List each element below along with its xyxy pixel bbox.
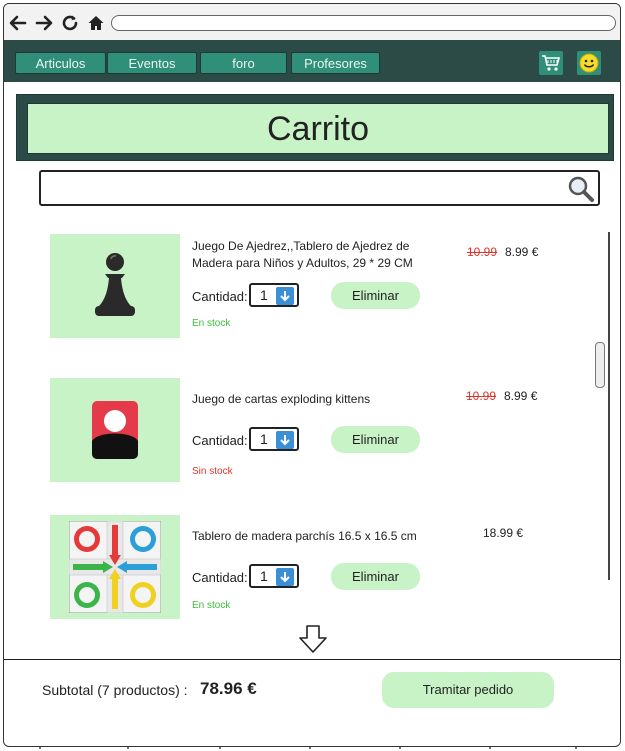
menu-item-foro[interactable]: foro <box>200 52 287 74</box>
quantity-value: 1 <box>260 568 268 584</box>
checkout-button[interactable]: Tramitar pedido <box>382 672 554 708</box>
subtotal-value: 78.96 € <box>200 679 257 698</box>
old-price: 10.99 <box>467 245 498 259</box>
menu-item-profesores[interactable]: Profesores <box>291 52 380 74</box>
reload-icon[interactable] <box>60 13 80 33</box>
quantity-label: Cantidad: <box>192 433 248 448</box>
page-title: Carrito <box>27 103 609 154</box>
quantity-label: Cantidad: <box>192 289 248 304</box>
quantity-value: 1 <box>260 287 268 303</box>
quantity-label: Cantidad: <box>192 570 248 585</box>
quantity-value: 1 <box>260 431 268 447</box>
scrollbar-track[interactable] <box>608 232 610 580</box>
stock-status: Sin stock <box>192 466 233 477</box>
card-game-icon <box>50 378 180 482</box>
stock-status: En stock <box>192 318 231 329</box>
browser-window: Articulos Eventos foro Profesores Carrit… <box>3 3 621 747</box>
old-price: 10.99 <box>466 389 497 403</box>
remove-button[interactable]: Eliminar <box>331 426 420 453</box>
shopping-cart-icon[interactable] <box>539 51 563 75</box>
chess-pawn-icon <box>50 234 180 338</box>
parchis-board-icon <box>50 515 180 619</box>
page-title-banner: Carrito <box>16 94 614 161</box>
site-menu-bar: Articulos Eventos foro Profesores <box>4 40 620 82</box>
browser-toolbar <box>4 4 620 40</box>
product-name[interactable]: Tablero de madera parchís 16.5 x 16.5 cm <box>192 528 432 545</box>
divider <box>4 659 620 660</box>
quantity-select[interactable]: 1 <box>249 564 299 588</box>
home-icon[interactable] <box>86 13 106 33</box>
arrow-right-icon[interactable] <box>34 13 54 33</box>
url-bar[interactable] <box>111 15 616 31</box>
remove-button[interactable]: Eliminar <box>331 282 420 309</box>
menu-item-articulos[interactable]: Articulos <box>15 52 106 74</box>
quantity-select[interactable]: 1 <box>249 427 299 451</box>
arrow-down-icon[interactable] <box>276 431 294 449</box>
stock-status: En stock <box>192 600 231 611</box>
cart-item: Juego de cartas exploding kittens Cantid… <box>4 378 604 483</box>
search-input[interactable] <box>39 170 600 206</box>
smiley-icon[interactable] <box>577 51 601 75</box>
cart-item: Tablero de madera parchís 16.5 x 16.5 cm… <box>4 515 604 620</box>
arrow-down-icon[interactable] <box>276 287 294 305</box>
arrow-down-icon[interactable] <box>297 624 329 654</box>
price: 18.99 € <box>483 526 524 540</box>
search-icon[interactable] <box>567 175 595 203</box>
cart-item: Juego De Ajedrez,,Tablero de Ajedrez de … <box>4 234 604 339</box>
quantity-select[interactable]: 1 <box>249 283 299 307</box>
product-name[interactable]: Juego de cartas exploding kittens <box>192 391 432 408</box>
subtotal-label: Subtotal (7 productos) : <box>42 682 188 698</box>
arrow-left-icon[interactable] <box>8 13 28 33</box>
price: 8.99 € <box>505 245 539 259</box>
menu-item-eventos[interactable]: Eventos <box>107 52 197 74</box>
remove-button[interactable]: Eliminar <box>331 563 420 590</box>
page-edge-dots <box>39 747 577 749</box>
arrow-down-icon[interactable] <box>276 568 294 586</box>
price: 8.99 € <box>504 389 538 403</box>
product-name[interactable]: Juego De Ajedrez,,Tablero de Ajedrez de … <box>192 238 432 272</box>
